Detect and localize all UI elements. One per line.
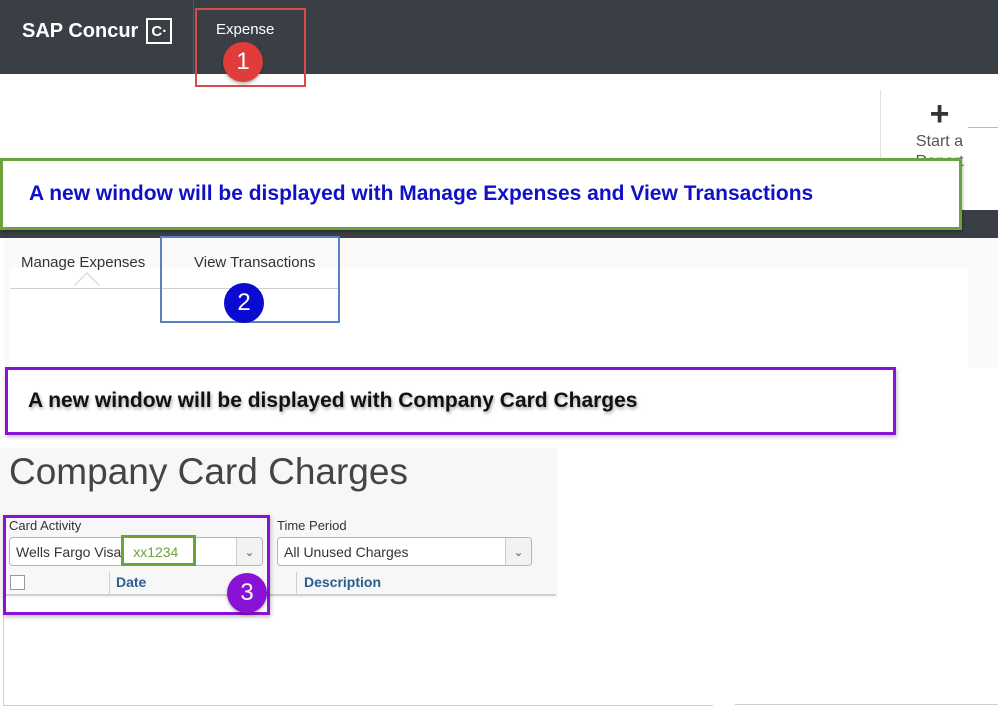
callout-company-card: A new window will be displayed with Comp… — [5, 367, 896, 435]
start-report-label-line1: Start a — [915, 133, 964, 150]
card-number-highlight-box — [121, 535, 196, 566]
screen: SAP Concur C· Expense + Start a Report M… — [0, 0, 998, 708]
tab-manage-expenses[interactable]: Manage Expenses — [21, 254, 145, 271]
top-navigation-bar: SAP Concur C· Expense — [0, 0, 998, 74]
step3-badge: 3 — [227, 573, 267, 613]
chevron-down-icon[interactable]: ⌄ — [505, 538, 531, 565]
brand[interactable]: SAP Concur C· — [22, 18, 173, 44]
nav-divider — [193, 0, 194, 74]
callout-manage-view: A new window will be displayed with Mana… — [0, 158, 962, 230]
brand-name: SAP Concur — [22, 19, 139, 42]
tabs-content-card — [10, 268, 968, 368]
divider-line — [968, 127, 998, 128]
concur-logo-icon: C· — [146, 18, 173, 44]
time-period-label: Time Period — [277, 518, 347, 533]
time-period-select[interactable]: All Unused Charges ⌄ — [277, 537, 532, 566]
column-separator — [296, 572, 297, 594]
time-period-value: All Unused Charges — [284, 544, 409, 560]
column-header-description[interactable]: Description — [304, 574, 381, 590]
tabs-area: Manage Expenses View Transactions — [4, 238, 998, 368]
step1-badge: 1 — [223, 42, 263, 82]
step2-badge: 2 — [224, 283, 264, 323]
panel-bottom-rule — [735, 704, 998, 705]
page-title: Company Card Charges — [9, 451, 408, 492]
